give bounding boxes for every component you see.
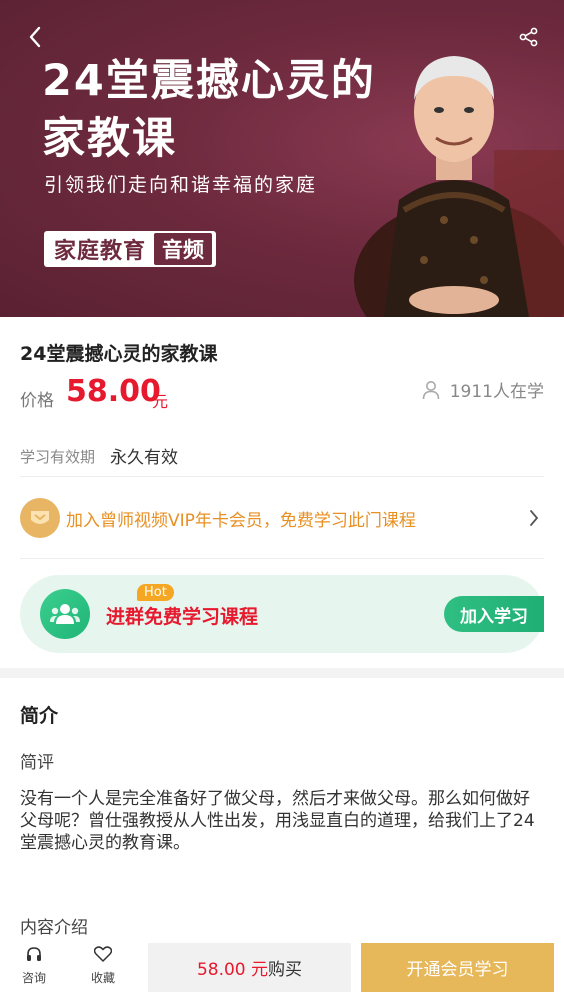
headphones-icon [27, 947, 41, 961]
content-heading: 内容介绍 [20, 918, 88, 938]
join-group-card[interactable]: Hot 进群免费学习课程 加入学习 [20, 575, 544, 653]
share-button[interactable] [512, 20, 546, 54]
banner-tag-main: 家庭教育 [54, 239, 147, 264]
buy-button[interactable]: 58.00 元 购买 [148, 943, 351, 992]
vip-study-button[interactable]: 开通会员学习 [361, 943, 554, 992]
heart-icon [94, 946, 112, 962]
banner-tag-sub: 音频 [154, 233, 213, 265]
share-icon [519, 27, 538, 47]
vip-membership-link[interactable]: 加入曾师视频VIP年卡会员，免费学习此门课程 [20, 478, 544, 558]
divider [20, 476, 544, 477]
learner-count-text: 1911人在学 [449, 382, 544, 402]
favorite-button[interactable]: 收藏 [81, 946, 125, 986]
course-banner: 24堂震撼心灵的家教课 引领我们走向和谐幸福的家庭 家庭教育 音频 [0, 0, 564, 317]
group-text: 进群免费学习课程 [106, 606, 259, 628]
consult-label: 咨询 [21, 971, 46, 985]
validity-value: 永久有效 [110, 448, 178, 468]
banner-subtitle: 引领我们走向和谐幸福的家庭 [44, 174, 318, 196]
chevron-left-icon [29, 26, 41, 48]
price-label: 价格 [20, 391, 54, 411]
learner-count: 1911人在学 [422, 377, 544, 402]
vip-badge-icon [20, 498, 60, 538]
price-value: 58.00 [66, 374, 161, 409]
chevron-right-icon [524, 508, 544, 528]
course-title: 24堂震撼心灵的家教课 [20, 343, 218, 365]
bottom-action-bar: 咨询 收藏 58.00 元 购买 开通会员学习 [0, 938, 564, 1002]
group-icon [40, 589, 90, 639]
divider [20, 558, 544, 559]
validity-label: 学习有效期 [20, 448, 96, 466]
consult-button[interactable]: 咨询 [12, 946, 56, 986]
back-button[interactable] [18, 20, 52, 54]
review-heading: 简评 [20, 753, 54, 773]
vip-text: 加入曾师视频VIP年卡会员，免费学习此门课程 [66, 510, 416, 531]
buy-label: 购买 [268, 960, 303, 980]
join-study-button[interactable]: 加入学习 [444, 596, 544, 632]
person-icon [422, 380, 440, 399]
banner-title: 24堂震撼心灵的家教课 [42, 56, 376, 164]
price-unit: 元 [152, 392, 169, 411]
buy-price: 58.00 元 [196, 960, 269, 980]
intro-heading: 简介 [20, 705, 59, 727]
intro-body: 没有一个人是完全准备好了做父母，然后才来做父母。那么如何做好父母呢？曾仕强教授从… [20, 789, 535, 853]
banner-tag: 家庭教育 音频 [44, 231, 217, 267]
favorite-label: 收藏 [90, 971, 115, 985]
section-separator [0, 668, 564, 678]
hot-badge: Hot [137, 584, 174, 601]
